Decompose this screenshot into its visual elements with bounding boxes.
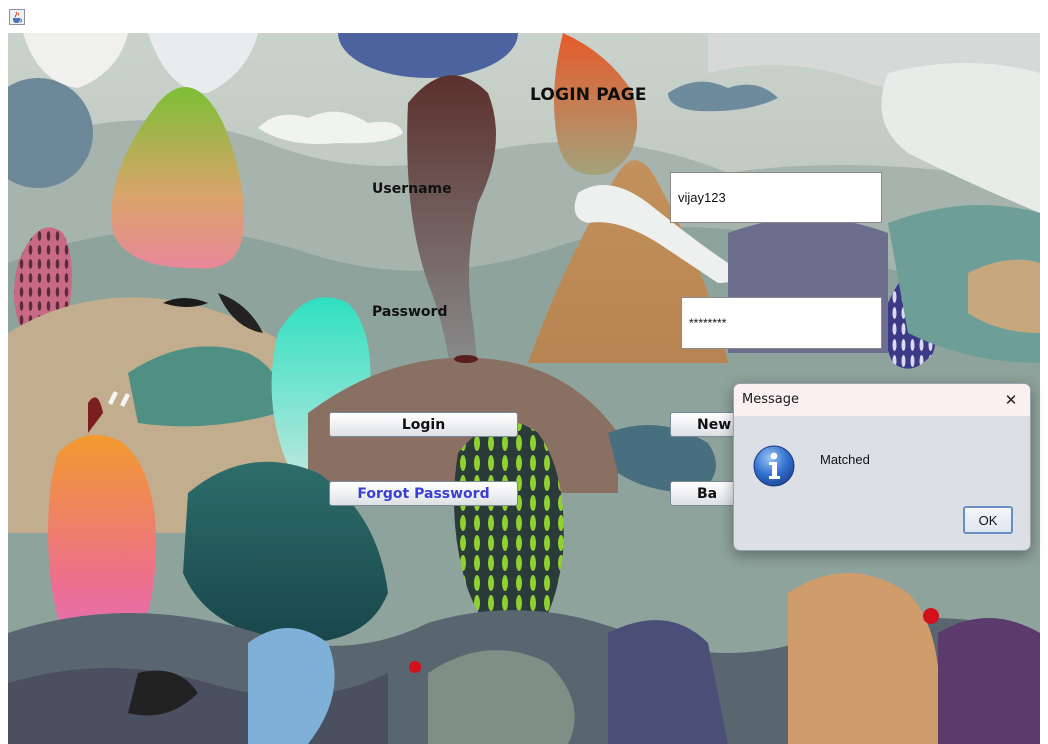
java-cup-icon[interactable] bbox=[9, 9, 25, 25]
login-button[interactable]: Login bbox=[329, 412, 518, 437]
close-icon[interactable]: ✕ bbox=[998, 387, 1024, 413]
info-icon bbox=[753, 445, 795, 487]
password-input[interactable]: ******** bbox=[681, 297, 882, 349]
dialog-message: Matched bbox=[820, 452, 870, 467]
dialog-title: Message bbox=[742, 392, 799, 407]
window-titlebar bbox=[0, 0, 1048, 33]
username-label: Username bbox=[372, 181, 452, 197]
page-title: LOGIN PAGE bbox=[530, 85, 647, 105]
dialog-titlebar: Message ✕ bbox=[734, 384, 1030, 416]
message-dialog: Message ✕ Matched OK bbox=[733, 383, 1031, 551]
app-window: LOGIN PAGE Username vijay123 Password **… bbox=[0, 0, 1048, 744]
ok-button[interactable]: OK bbox=[963, 506, 1013, 534]
password-label: Password bbox=[372, 304, 448, 320]
forgot-password-button[interactable]: Forgot Password bbox=[329, 481, 518, 506]
username-input[interactable]: vijay123 bbox=[670, 172, 882, 223]
